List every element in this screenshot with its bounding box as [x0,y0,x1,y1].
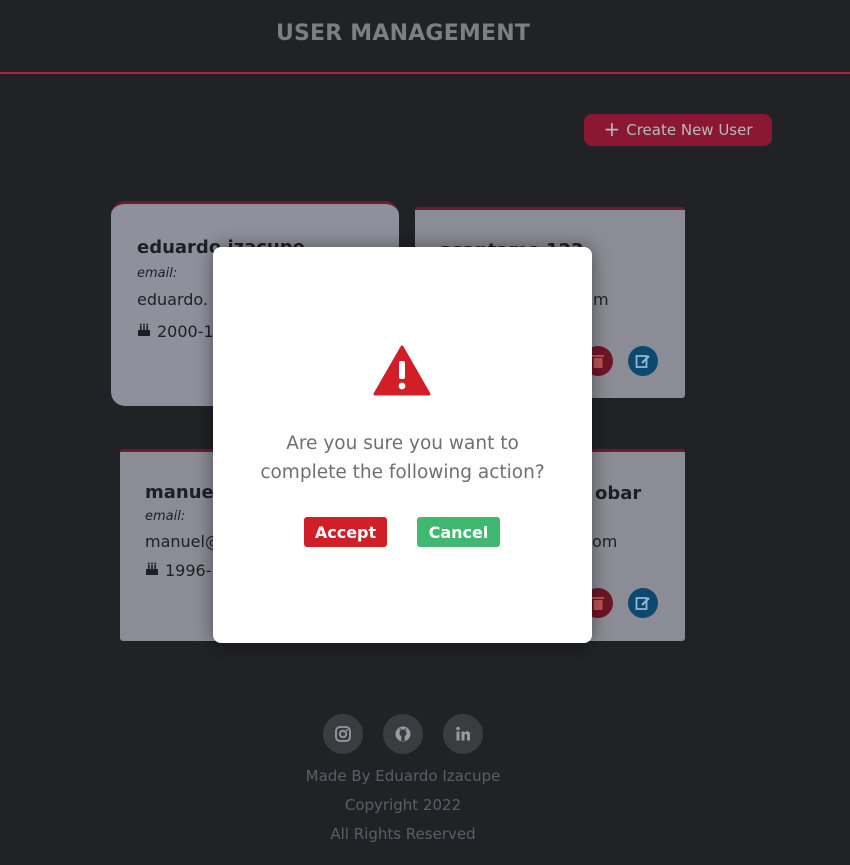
birthday-value: 2000-1 [157,322,214,341]
trash-icon [592,355,604,368]
edit-user-button[interactable] [628,346,658,376]
instagram-link[interactable] [323,714,363,754]
linkedin-icon [456,726,470,741]
github-link[interactable] [383,714,423,754]
github-icon [395,726,411,742]
cancel-button[interactable]: Cancel [417,517,500,547]
user-name: obar [595,483,642,504]
confirm-dialog: Are you sure you want to complete the fo… [213,247,592,643]
edit-user-button[interactable] [628,588,658,618]
question-line-1: Are you sure you want to [286,433,519,454]
linkedin-link[interactable] [443,714,483,754]
cake-icon [137,323,151,341]
footer-made-by: Made By Eduardo Izacupe [305,767,501,785]
user-birthday: 2000-1 [137,322,214,341]
app-header: USER MANAGEMENT [0,0,850,74]
edit-icon [635,597,650,610]
user-email: m [593,290,609,309]
plus-icon: + [603,117,621,141]
create-new-user-button[interactable]: + Create New User [584,114,772,146]
instagram-icon [335,726,351,742]
cake-icon [145,562,159,580]
user-email: om [592,532,618,551]
user-name: manuel [145,482,220,503]
user-email: manuel@ [145,532,221,551]
accept-button[interactable]: Accept [304,517,387,547]
create-new-user-label: Create New User [626,121,753,139]
question-line-2: complete the following action? [260,462,545,483]
footer-rights: All Rights Reserved [330,825,476,843]
edit-icon [635,355,650,368]
user-birthday: 1996-1 [145,561,222,580]
email-label: email: [137,266,178,281]
confirm-question: Are you sure you want to complete the fo… [213,429,592,487]
email-label: email: [145,509,186,524]
user-email: eduardo. [137,290,208,309]
warning-icon [373,345,431,396]
footer-copyright: Copyright 2022 [344,796,462,814]
trash-icon [592,597,604,610]
page-title: USER MANAGEMENT [275,21,531,46]
